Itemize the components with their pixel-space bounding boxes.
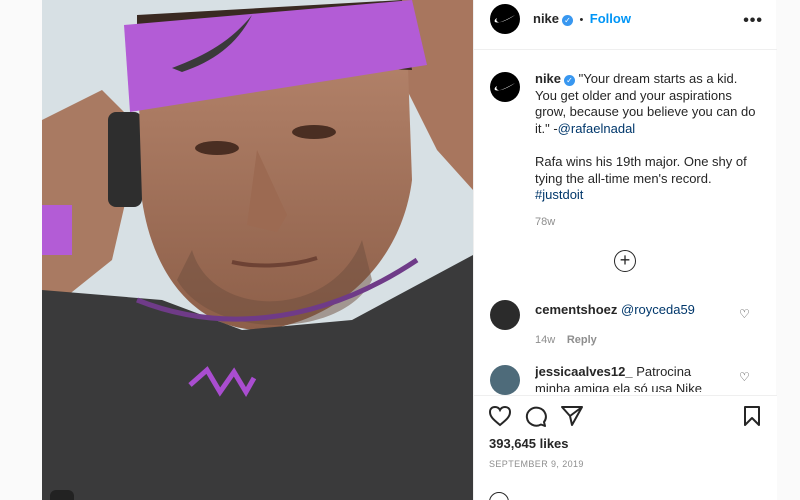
actions-bar: 393,645 likes SEPTEMBER 9, 2019 xyxy=(474,395,777,500)
post-photo[interactable] xyxy=(42,0,473,500)
caption-hashtag[interactable]: #justdoit xyxy=(535,187,759,204)
caption-username[interactable]: nike xyxy=(535,71,561,86)
verified-icon: ✓ xyxy=(562,15,574,26)
comment-avatar[interactable] xyxy=(490,365,520,395)
follow-button[interactable]: Follow xyxy=(590,11,631,26)
comment-1: cementshoez @royceda59 14w Reply xyxy=(535,302,735,348)
header-title: nike ✓ • Follow xyxy=(533,10,631,28)
like-comment-icon[interactable]: ♡ xyxy=(739,370,750,384)
comment-2: jessicaalves12_ Patrocina minha amiga el… xyxy=(535,364,725,392)
header-username[interactable]: nike xyxy=(533,11,559,26)
verified-icon: ✓ xyxy=(564,75,576,86)
caption-age: 78w xyxy=(535,215,556,228)
share-icon[interactable] xyxy=(560,405,584,427)
comment-username[interactable]: cementshoez xyxy=(535,302,617,317)
swoosh-icon xyxy=(494,15,515,23)
wristband-icon xyxy=(42,205,72,255)
caption-mention[interactable]: @rafaelnadal xyxy=(558,121,636,136)
caption-avatar[interactable] xyxy=(490,72,520,102)
header-separator: • xyxy=(579,14,584,26)
bookmark-icon[interactable] xyxy=(742,405,762,427)
swoosh-icon xyxy=(494,83,515,91)
nike-avatar[interactable] xyxy=(490,4,520,34)
emoji-icon[interactable] xyxy=(489,492,509,500)
comment-meta: 14w Reply xyxy=(535,331,735,349)
comment-icon[interactable] xyxy=(524,405,548,427)
caption: nike ✓ "Your dream starts as a kid. You g… xyxy=(535,71,759,230)
post-header: nike ✓ • Follow ••• xyxy=(474,0,777,50)
comment-avatar[interactable] xyxy=(490,300,520,330)
more-options-icon[interactable]: ••• xyxy=(743,12,763,30)
post-panel: nike ✓ • Follow ••• nike ✓ "Your dream sta… xyxy=(473,0,777,500)
likes-count[interactable]: 393,645 likes xyxy=(489,436,569,451)
comment-mention[interactable]: @royceda59 xyxy=(621,302,695,317)
reply-button[interactable]: Reply xyxy=(567,334,597,346)
post-date: SEPTEMBER 9, 2019 xyxy=(489,459,584,469)
heart-icon[interactable] xyxy=(488,405,512,427)
like-comment-icon[interactable]: ♡ xyxy=(739,307,750,321)
comment-age: 14w xyxy=(535,333,556,346)
comment-username[interactable]: jessicaalves12_ xyxy=(535,364,633,379)
load-more-comments-icon[interactable]: + xyxy=(614,250,636,272)
watch-icon xyxy=(108,112,142,207)
photo-illustration xyxy=(42,0,473,500)
caption-body: Rafa wins his 19th major. One shy of tyi… xyxy=(535,154,747,186)
badge-icon xyxy=(50,490,74,500)
